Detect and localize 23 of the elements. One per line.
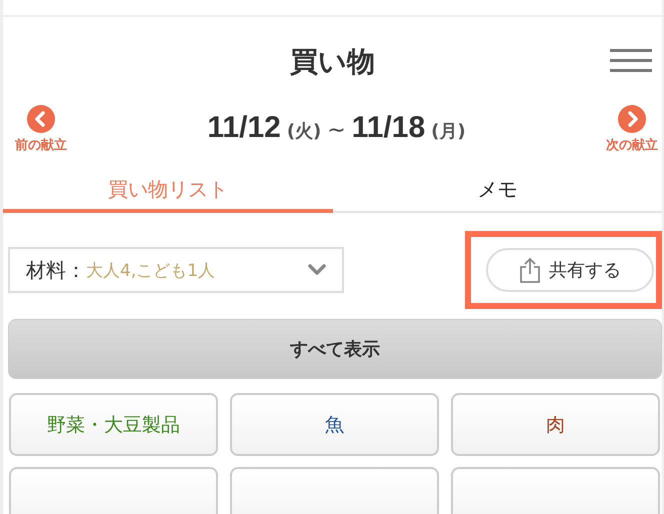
page-title: 買い物 — [290, 44, 375, 80]
share-icon — [519, 257, 541, 283]
category-button[interactable]: 野菜・大豆製品 — [9, 393, 218, 456]
servings-dropdown[interactable]: 材料：大人4,こども1人 — [8, 247, 344, 293]
servings-label: 材料： — [26, 256, 86, 284]
category-button[interactable] — [451, 467, 660, 514]
category-button[interactable]: 魚 — [230, 393, 439, 456]
end-weekday: (月) — [431, 120, 466, 143]
category-button[interactable] — [9, 467, 218, 514]
show-all-button[interactable]: すべて表示 — [8, 319, 662, 379]
end-date: 11/18 — [352, 111, 426, 145]
category-button[interactable]: 肉 — [451, 393, 660, 456]
chevron-left-icon — [27, 105, 55, 133]
chevron-right-icon — [618, 105, 646, 133]
chevron-down-icon — [308, 264, 326, 276]
menu-icon[interactable] — [610, 49, 652, 73]
category-button[interactable] — [230, 467, 439, 514]
start-date: 11/12 — [207, 111, 281, 145]
start-weekday: (火) — [286, 120, 322, 143]
tab[interactable]: メモ — [332, 171, 662, 211]
range-separator: ~ — [327, 118, 346, 143]
share-button[interactable]: 共有する — [486, 248, 654, 292]
servings-value: 大人4,こども1人 — [86, 260, 216, 282]
